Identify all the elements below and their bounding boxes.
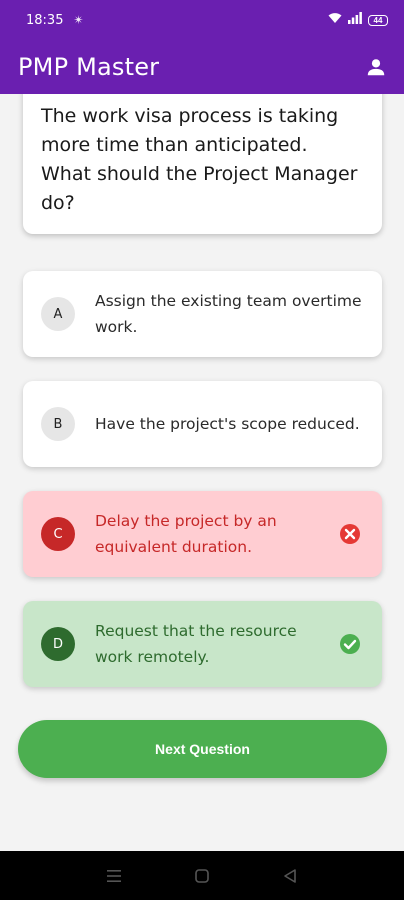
check-circle-icon [340,634,360,654]
home-button[interactable] [190,864,214,888]
back-button[interactable] [278,864,302,888]
system-nav-bar [0,851,404,900]
option-d[interactable]: D Request that the resource work remotel… [23,601,382,687]
app-title: PMP Master [18,53,160,81]
battery-icon: 44 [368,14,388,26]
option-letter: D [41,627,75,661]
person-icon [367,59,385,76]
profile-button[interactable] [362,53,390,81]
status-time: 18:35 [26,12,64,28]
recents-button[interactable] [102,864,126,888]
question-text: The work visa process is taking more tim… [41,105,358,214]
option-c[interactable]: C Delay the project by an equivalent dur… [23,491,382,577]
option-text: Assign the existing team overtime work. [95,292,362,336]
notification-icon: ✴ [73,13,84,27]
home-icon [195,868,209,883]
option-text: Request that the resource work remotely. [95,622,297,666]
status-bar: 18:35 ✴ 44 [0,0,404,40]
option-letter: C [41,517,75,551]
app-bar: PMP Master [0,40,404,94]
status-icons: 44 [328,11,388,29]
wifi-icon [328,11,342,29]
signal-icon [348,11,362,29]
option-letter: B [41,407,75,441]
question-card: The work visa process is taking more tim… [23,70,382,234]
option-b[interactable]: B Have the project's scope reduced. [23,381,382,467]
menu-icon [107,869,121,882]
next-question-button[interactable]: Next Question [18,720,387,778]
option-a[interactable]: A Assign the existing team overtime work… [23,271,382,357]
option-letter: A [41,297,75,331]
back-icon [284,868,296,883]
option-text: Have the project's scope reduced. [95,415,360,433]
option-text: Delay the project by an equivalent durat… [95,512,277,556]
cancel-icon [340,524,360,544]
